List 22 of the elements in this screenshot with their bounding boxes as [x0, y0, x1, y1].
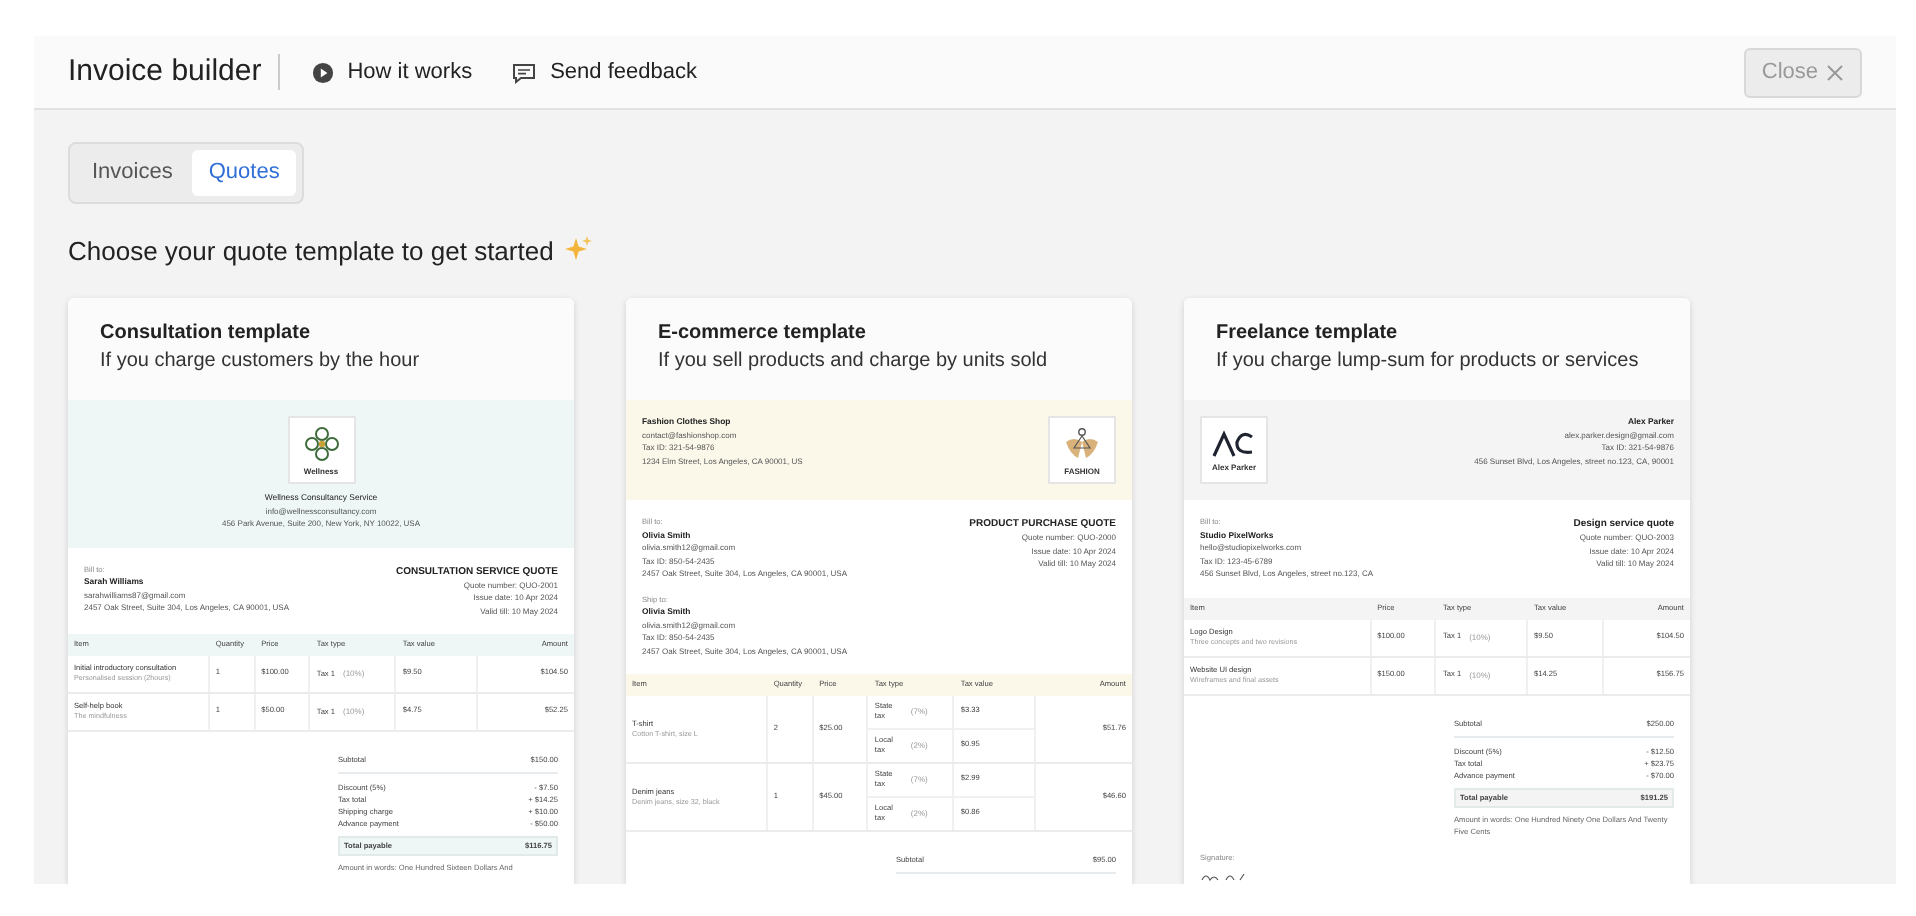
tab[interactable]: Invoices	[76, 150, 189, 195]
hanger-logo-icon	[1062, 425, 1102, 461]
card-title: E-commerce template	[658, 320, 868, 348]
close-icon	[1826, 63, 1844, 81]
play-icon	[311, 61, 334, 83]
template-card[interactable]	[626, 298, 1132, 884]
signature-drawing	[1200, 872, 1248, 883]
card-subtitle: If you charge lump-sum for products or services	[1216, 348, 1641, 376]
header-link[interactable]: How it works	[311, 55, 473, 89]
flower-logo-icon	[303, 425, 339, 461]
template-card[interactable]	[1184, 298, 1690, 884]
card-subtitle: If you charge customers by the hour	[100, 348, 422, 376]
card-title: Freelance template	[1216, 320, 1400, 348]
tab[interactable]: Quotes	[192, 150, 296, 195]
card-title: Consultation template	[100, 320, 313, 348]
app-title: Invoice builder	[68, 54, 280, 90]
page-heading: Choose your quote template to get started	[68, 233, 554, 270]
template-card[interactable]	[68, 298, 574, 884]
header-link[interactable]: Send feedback	[512, 55, 697, 89]
chat-icon	[512, 61, 537, 83]
card-subtitle: If you sell products and charge by units sold	[658, 348, 1050, 376]
monogram-logo-icon	[1212, 429, 1256, 457]
